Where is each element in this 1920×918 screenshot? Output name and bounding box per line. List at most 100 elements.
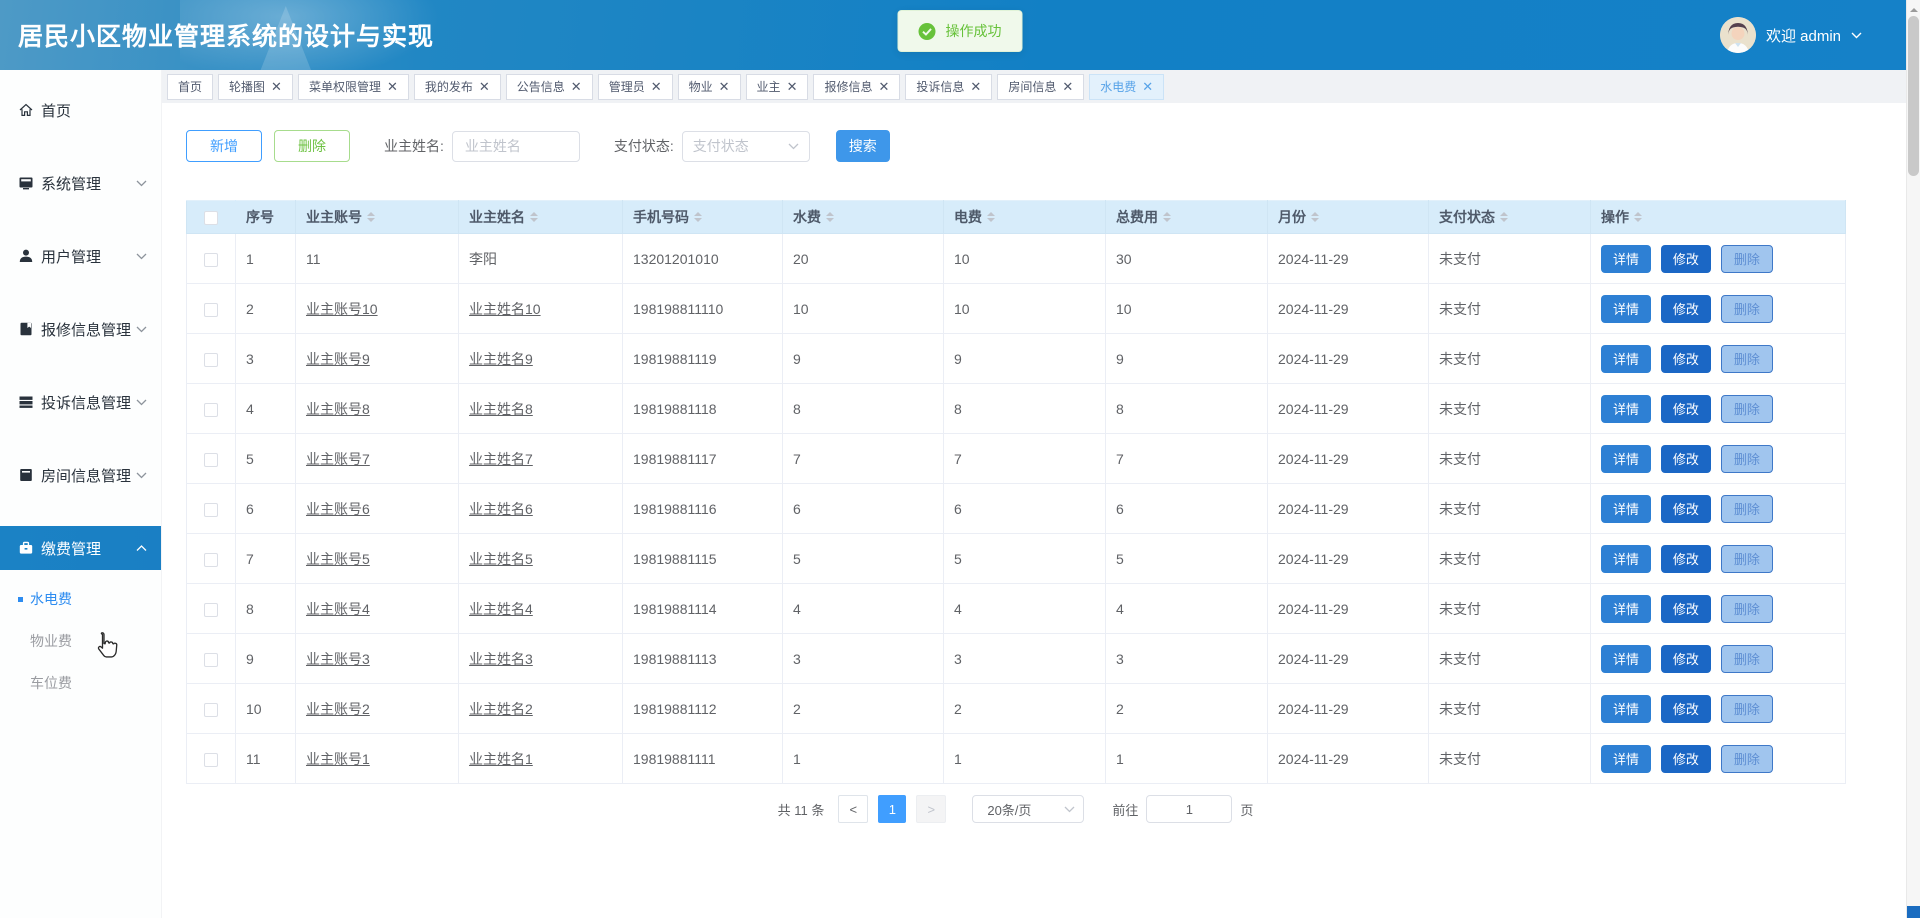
tab[interactable]: 首页 ✕ xyxy=(167,74,213,100)
cell-account[interactable]: 业主账号1 xyxy=(306,751,370,767)
cell-name[interactable]: 业主姓名9 xyxy=(469,351,533,367)
column-header-name[interactable]: 业主姓名 xyxy=(459,201,623,234)
close-tab-icon[interactable]: ✕ xyxy=(387,80,398,93)
close-tab-icon[interactable]: ✕ xyxy=(787,80,798,93)
detail-button[interactable]: 详情 xyxy=(1601,695,1651,723)
tab[interactable]: 公告信息 ✕ xyxy=(506,74,593,100)
submenu-item-parking-fee[interactable]: 车位费 xyxy=(0,662,161,704)
sidebar-item-payment[interactable]: 缴费管理 xyxy=(0,526,161,570)
vertical-scrollbar[interactable] xyxy=(1906,0,1920,918)
close-tab-icon[interactable]: ✕ xyxy=(1062,80,1073,93)
row-checkbox[interactable] xyxy=(204,353,218,367)
edit-button[interactable]: 修改 xyxy=(1661,645,1711,673)
tab[interactable]: 投诉信息 ✕ xyxy=(905,74,992,100)
column-header-phone[interactable]: 手机号码 xyxy=(623,201,783,234)
cell-name[interactable]: 业主姓名3 xyxy=(469,651,533,667)
submenu-item-water-electric-fee[interactable]: 水电费 xyxy=(0,578,161,620)
page-size-select[interactable]: 20条/页 xyxy=(972,795,1084,823)
owner-name-input[interactable] xyxy=(452,131,580,162)
detail-button[interactable]: 详情 xyxy=(1601,345,1651,373)
edit-button[interactable]: 修改 xyxy=(1661,395,1711,423)
edit-button[interactable]: 修改 xyxy=(1661,245,1711,273)
sort-icon[interactable] xyxy=(1311,212,1319,222)
cell-account[interactable]: 业主账号8 xyxy=(306,401,370,417)
column-header-water[interactable]: 水费 xyxy=(783,201,944,234)
detail-button[interactable]: 详情 xyxy=(1601,245,1651,273)
edit-button[interactable]: 修改 xyxy=(1661,295,1711,323)
edit-button[interactable]: 修改 xyxy=(1661,545,1711,573)
close-tab-icon[interactable]: ✕ xyxy=(878,80,889,93)
row-checkbox[interactable] xyxy=(204,403,218,417)
delete-button[interactable]: 删除 xyxy=(274,130,350,162)
row-checkbox[interactable] xyxy=(204,753,218,767)
row-checkbox[interactable] xyxy=(204,553,218,567)
row-checkbox[interactable] xyxy=(204,503,218,517)
sidebar-item-user[interactable]: 用户管理 xyxy=(0,234,161,278)
tab[interactable]: 物业 ✕ xyxy=(678,74,741,100)
cell-account[interactable]: 业主账号2 xyxy=(306,701,370,717)
remove-button[interactable]: 删除 xyxy=(1721,645,1773,673)
column-header-account[interactable]: 业主账号 xyxy=(296,201,459,234)
close-tab-icon[interactable]: ✕ xyxy=(479,80,490,93)
row-checkbox[interactable] xyxy=(204,453,218,467)
cell-account[interactable]: 业主账号10 xyxy=(306,301,378,317)
tab[interactable]: 轮播图 ✕ xyxy=(218,74,293,100)
row-checkbox[interactable] xyxy=(204,653,218,667)
row-checkbox[interactable] xyxy=(204,303,218,317)
row-checkbox[interactable] xyxy=(204,703,218,717)
remove-button[interactable]: 删除 xyxy=(1721,695,1773,723)
edit-button[interactable]: 修改 xyxy=(1661,745,1711,773)
sidebar-item-system[interactable]: 系统管理 xyxy=(0,161,161,205)
cell-account[interactable]: 业主账号9 xyxy=(306,351,370,367)
page-number-current[interactable]: 1 xyxy=(878,795,906,823)
cell-name[interactable]: 业主姓名8 xyxy=(469,401,533,417)
sort-icon[interactable] xyxy=(694,212,702,222)
select-all-checkbox[interactable] xyxy=(204,211,218,225)
cell-name[interactable]: 李阳 xyxy=(469,251,497,267)
close-tab-icon[interactable]: ✕ xyxy=(571,80,582,93)
sort-icon[interactable] xyxy=(826,212,834,222)
row-checkbox[interactable] xyxy=(204,603,218,617)
detail-button[interactable]: 详情 xyxy=(1601,545,1651,573)
column-header-total[interactable]: 总费用 xyxy=(1106,201,1268,234)
detail-button[interactable]: 详情 xyxy=(1601,445,1651,473)
close-tab-icon[interactable]: ✕ xyxy=(1142,80,1153,93)
goto-page-input[interactable] xyxy=(1146,795,1232,823)
cell-account[interactable]: 业主账号4 xyxy=(306,601,370,617)
detail-button[interactable]: 详情 xyxy=(1601,295,1651,323)
edit-button[interactable]: 修改 xyxy=(1661,595,1711,623)
cell-name[interactable]: 业主姓名1 xyxy=(469,751,533,767)
sidebar-item-room[interactable]: 房间信息管理 xyxy=(0,453,161,497)
detail-button[interactable]: 详情 xyxy=(1601,395,1651,423)
remove-button[interactable]: 删除 xyxy=(1721,745,1773,773)
tab[interactable]: 我的发布 ✕ xyxy=(414,74,501,100)
tab[interactable]: 业主 ✕ xyxy=(746,74,809,100)
detail-button[interactable]: 详情 xyxy=(1601,495,1651,523)
cell-account[interactable]: 业主账号5 xyxy=(306,551,370,567)
close-tab-icon[interactable]: ✕ xyxy=(271,80,282,93)
cell-name[interactable]: 业主姓名7 xyxy=(469,451,533,467)
column-header-month[interactable]: 月份 xyxy=(1268,201,1429,234)
remove-button[interactable]: 删除 xyxy=(1721,495,1773,523)
search-button[interactable]: 搜索 xyxy=(836,130,890,162)
close-tab-icon[interactable]: ✕ xyxy=(970,80,981,93)
remove-button[interactable]: 删除 xyxy=(1721,295,1773,323)
column-header-status[interactable]: 支付状态 xyxy=(1429,201,1591,234)
detail-button[interactable]: 详情 xyxy=(1601,745,1651,773)
prev-page-button[interactable]: < xyxy=(838,795,868,823)
column-header-electric[interactable]: 电费 xyxy=(944,201,1106,234)
column-header-actions[interactable]: 操作 xyxy=(1591,201,1846,234)
remove-button[interactable]: 删除 xyxy=(1721,595,1773,623)
tab[interactable]: 报修信息 ✕ xyxy=(813,74,900,100)
sort-icon[interactable] xyxy=(1634,212,1642,222)
pay-status-select[interactable]: 支付状态 xyxy=(682,131,810,162)
add-button[interactable]: 新增 xyxy=(186,130,262,162)
sidebar-item-complaint[interactable]: 投诉信息管理 xyxy=(0,380,161,424)
tab[interactable]: 管理员 ✕ xyxy=(598,74,673,100)
sort-icon[interactable] xyxy=(1500,212,1508,222)
sort-icon[interactable] xyxy=(367,212,375,222)
scroll-up-arrow-icon[interactable] xyxy=(1910,4,1918,12)
cell-name[interactable]: 业主姓名6 xyxy=(469,501,533,517)
next-page-button[interactable]: > xyxy=(916,795,946,823)
cell-account[interactable]: 业主账号7 xyxy=(306,451,370,467)
